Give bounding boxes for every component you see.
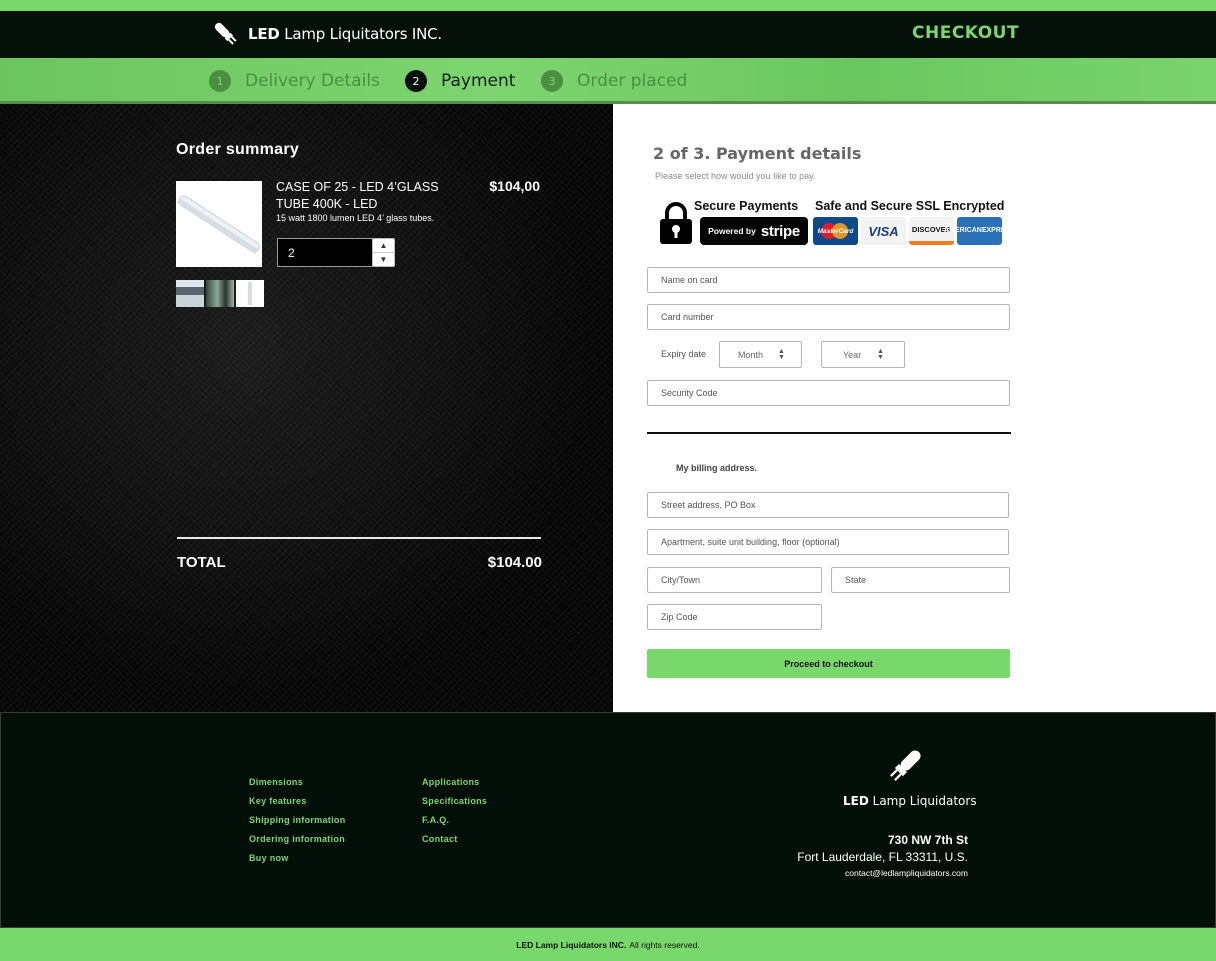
footer-link-shipping-information[interactable]: Shipping information xyxy=(249,815,346,825)
zip-code-field[interactable]: Zip Code xyxy=(647,604,822,630)
quantity-input[interactable]: 2 xyxy=(277,238,373,267)
divider xyxy=(177,537,541,539)
card-number-field[interactable]: Card number xyxy=(647,304,1010,330)
security-code-field[interactable]: Security Code xyxy=(647,380,1010,406)
year-value: Year xyxy=(843,350,862,360)
select-arrows-icon: ▲ ▼ xyxy=(877,348,884,361)
mastercard-icon: MasterCard xyxy=(813,217,858,245)
step-label: Order placed xyxy=(577,71,688,91)
stripe-badge: Powered by stripe xyxy=(700,217,808,245)
expiry-date-label: Expiry date xyxy=(661,349,707,359)
quantity-stepper[interactable]: ▲ ▼ xyxy=(372,238,395,267)
copyright-company: LED Lamp Liquidators INC. xyxy=(516,939,627,950)
payment-panel: 2 of 3. Payment details Please select ho… xyxy=(613,104,1216,712)
footer-link-specifications[interactable]: Specifications xyxy=(422,796,487,806)
checkout-steps: 1 Delivery Details 2 Payment 3 Order pla… xyxy=(0,58,1216,107)
copyright-bar: LED Lamp Liquidators INC. All rights res… xyxy=(0,928,1216,961)
decrement-icon[interactable]: ▼ xyxy=(373,252,394,266)
city-field[interactable]: City/Town xyxy=(647,567,822,593)
step-number: 1 xyxy=(209,70,231,92)
footer-link-buy-now[interactable]: Buy now xyxy=(249,853,289,863)
amex-icon: AMERICAN EXPRESS xyxy=(944,217,1015,245)
footer-brand: LED Lamp Liquidators xyxy=(843,794,977,808)
product-image[interactable] xyxy=(176,181,262,267)
order-summary-panel: Order summary CASE OF 25 - LED 4’GLASS T… xyxy=(0,104,613,712)
apartment-field[interactable]: Apartment, suite unit building, floor (o… xyxy=(647,529,1009,555)
footer-link-contact[interactable]: Contact xyxy=(422,834,458,844)
footer-link-key-features[interactable]: Key features xyxy=(249,796,307,806)
address-city: Fort Lauderdale, FL 33311, U.S. xyxy=(797,850,968,864)
copyright-text: All rights reserved. xyxy=(629,939,700,950)
footer-link-ordering-information[interactable]: Ordering information xyxy=(249,834,345,844)
total-label: TOTAL xyxy=(177,554,226,571)
name-on-card-field[interactable]: Name on card xyxy=(647,267,1010,293)
month-value: Month xyxy=(738,350,764,360)
address-street: 730 NW 7th St xyxy=(887,833,968,847)
thumbnail[interactable] xyxy=(176,280,204,307)
payment-subtitle: Please select how would you like to pay. xyxy=(655,171,816,181)
step-label: Delivery Details xyxy=(245,71,380,91)
step-delivery-details[interactable]: 1 Delivery Details xyxy=(209,58,380,104)
increment-icon[interactable]: ▲ xyxy=(373,239,394,252)
payment-title: 2 of 3. Payment details xyxy=(653,144,862,163)
proceed-to-checkout-button[interactable]: Proceed to checkout xyxy=(647,649,1010,678)
footer-link-applications[interactable]: Applications xyxy=(422,777,480,787)
footer-link-dimensions[interactable]: Dimensions xyxy=(249,777,303,787)
lock-icon xyxy=(660,202,692,244)
stripe-wordmark: stripe xyxy=(760,222,800,240)
visa-icon: VISA xyxy=(861,217,906,245)
product-name: CASE OF 25 - LED 4’GLASS TUBE 400K - LED xyxy=(276,180,439,211)
billing-address-title: My billing address. xyxy=(676,463,758,473)
bulb-tube-icon xyxy=(890,750,921,781)
page-title: CHECKOUT xyxy=(912,23,1020,43)
expiry-month-select[interactable]: Month ▲ ▼ xyxy=(719,341,802,368)
street-address-field[interactable]: Street address, PO Box xyxy=(647,492,1009,518)
step-label: Payment xyxy=(441,71,516,91)
product-thumbnails xyxy=(176,280,264,307)
site-footer: Dimensions Key features Shipping informa… xyxy=(0,712,1216,928)
ssl-label: Safe and Secure SSL Encrypted xyxy=(815,199,1005,213)
top-accent-strip xyxy=(0,0,1216,11)
brand-name: LED Lamp Liquitators INC. xyxy=(248,25,442,43)
footer-link-faq[interactable]: F.A.Q. xyxy=(422,815,449,825)
divider xyxy=(647,432,1011,434)
total-value: $104.00 xyxy=(487,554,542,571)
secure-payments-label: Secure Payments xyxy=(694,199,799,213)
order-summary-title: Order summary xyxy=(176,141,300,158)
select-arrows-icon: ▲ ▼ xyxy=(778,348,785,361)
step-number: 2 xyxy=(405,70,427,92)
site-header: LED Lamp Liquitators INC. CHECKOUT xyxy=(0,11,1216,58)
site-logo[interactable]: LED Lamp Liquitators INC. xyxy=(212,20,442,48)
powered-by-text: Powered by xyxy=(708,226,756,236)
card-logos: MasterCard VISA DISCOVER AMERICAN EXPRESS xyxy=(813,217,1015,245)
product-description: 15 watt 1800 lumen LED 4’ glass tubes. xyxy=(276,213,435,223)
bulb-tube-icon xyxy=(214,22,237,45)
product-price: $104,00 xyxy=(489,178,540,194)
thumbnail[interactable] xyxy=(206,280,234,307)
step-order-placed[interactable]: 3 Order placed xyxy=(541,58,687,104)
state-field[interactable]: State xyxy=(831,567,1010,593)
step-number: 3 xyxy=(541,70,563,92)
step-payment[interactable]: 2 Payment xyxy=(402,58,520,107)
contact-email[interactable]: contact@ledlampliquidators.com xyxy=(701,868,968,878)
thumbnail[interactable] xyxy=(236,280,264,307)
led-tube-image xyxy=(176,181,262,267)
expiry-year-select[interactable]: Year ▲ ▼ xyxy=(821,341,905,368)
